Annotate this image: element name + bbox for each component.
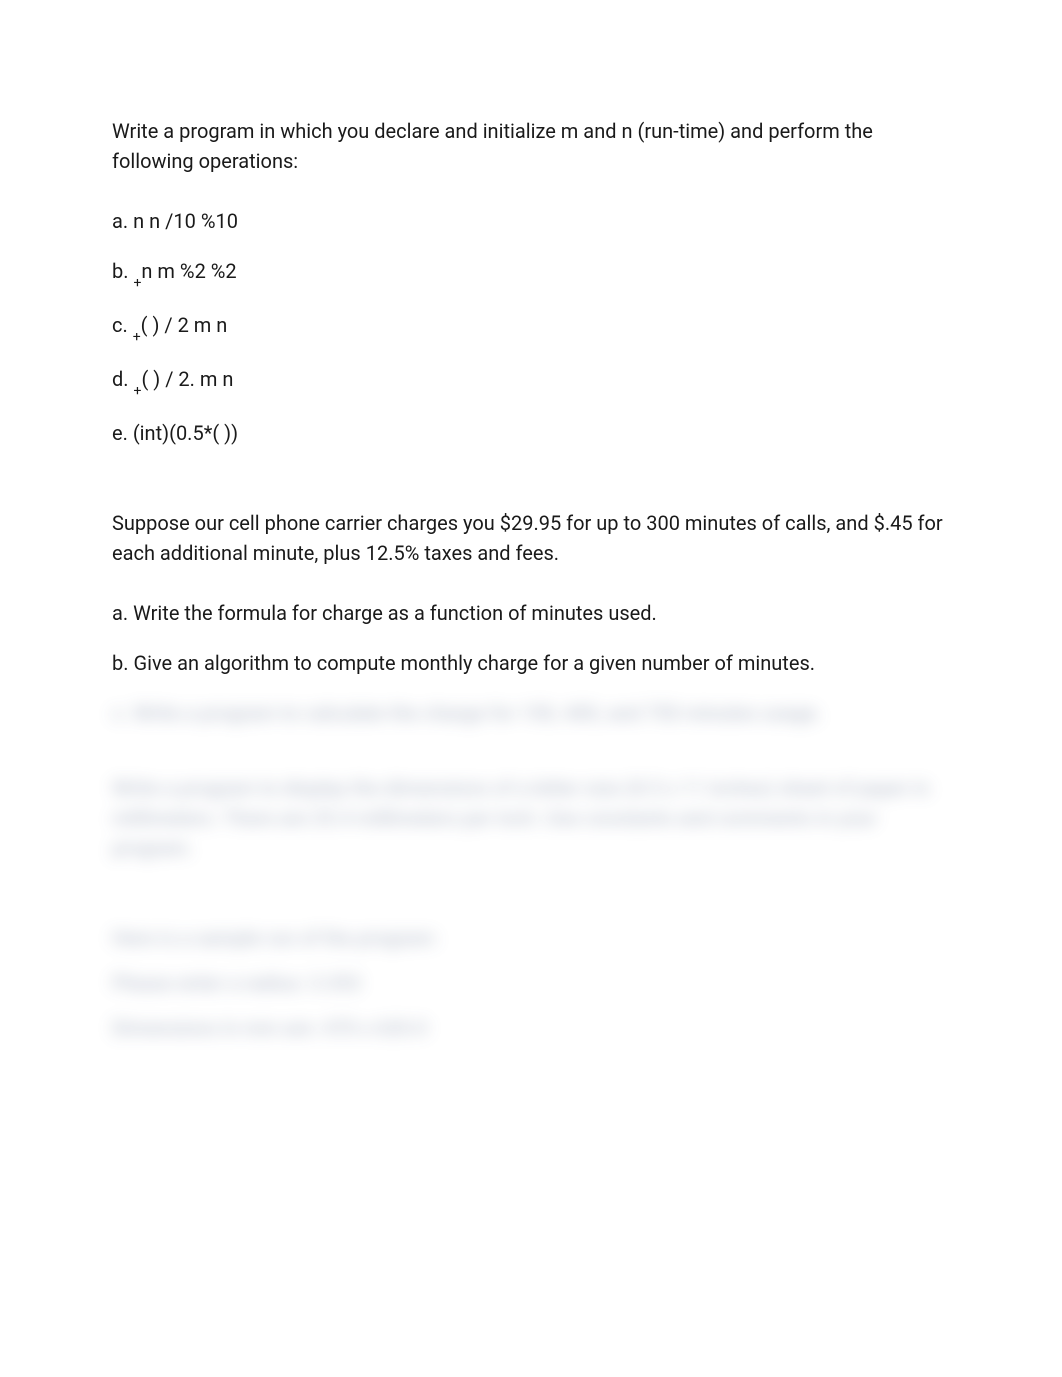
blurred-section: c. Write a program to calculate the char… xyxy=(112,698,952,1043)
q2-item-a: a. Write the formula for charge as a fun… xyxy=(112,598,952,628)
q2-item-b: b. Give an algorithm to compute monthly … xyxy=(112,648,952,678)
q1-item-c-post: ( ) / 2 m n xyxy=(141,313,228,337)
q1-item-d: d. +( ) / 2. m n xyxy=(112,364,952,398)
q1-item-b: b. +n m %2 %2 xyxy=(112,256,952,290)
q1-item-e: e. (int)(0.5*( )) xyxy=(112,418,952,448)
q1-item-d-post: ( ) / 2. m n xyxy=(141,367,233,391)
q1-item-e-text: e. (int)(0.5*( )) xyxy=(112,421,238,445)
blur-gap-b xyxy=(112,878,952,923)
q1-item-c-sub: + xyxy=(133,329,141,345)
q1-item-c: c. +( ) / 2 m n xyxy=(112,310,952,344)
q1-item-c-pre: c. xyxy=(112,313,133,337)
q1-item-a-text: a. n n /10 %10 xyxy=(112,209,238,233)
blur-line-4: Please enter a radius: 3.353 xyxy=(112,968,952,998)
q1-item-d-pre: d. xyxy=(112,367,134,391)
q2-item-a-text: a. Write the formula for charge as a fun… xyxy=(112,601,657,625)
blur-line-2: Write a program to display the dimension… xyxy=(112,773,952,863)
blur-gap-a xyxy=(112,743,952,773)
q2-item-b-text: b. Give an algorithm to compute monthly … xyxy=(112,651,815,675)
q1-item-b-pre: b. xyxy=(112,259,133,283)
blur-line-5: Dimensions in mm are: 470 x 620.0 xyxy=(112,1013,952,1043)
q1-item-b-post: n m %2 %2 xyxy=(141,259,236,283)
q2-prompt: Suppose our cell phone carrier charges y… xyxy=(112,508,952,568)
blur-line-3: Here is a sample run of the program: xyxy=(112,923,952,953)
q1-item-b-sub: + xyxy=(133,275,141,291)
q1-prompt-text: Write a program in which you declare and… xyxy=(112,119,873,173)
q1-item-a: a. n n /10 %10 xyxy=(112,206,952,236)
q2-prompt-text: Suppose our cell phone carrier charges y… xyxy=(112,511,943,565)
q1-item-d-sub: + xyxy=(134,383,142,399)
blur-line-1: c. Write a program to calculate the char… xyxy=(112,698,952,728)
q1-prompt: Write a program in which you declare and… xyxy=(112,116,952,176)
section-gap-1 xyxy=(112,468,952,508)
